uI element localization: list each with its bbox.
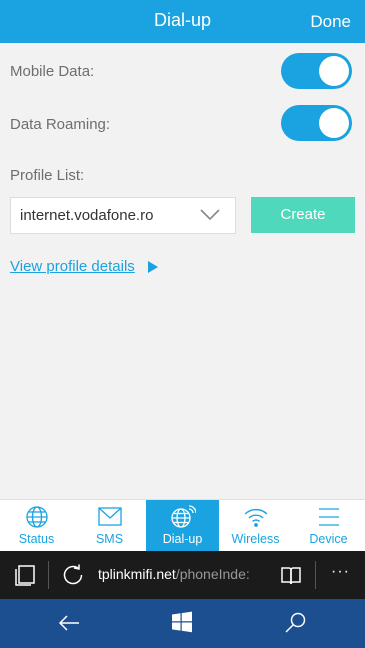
- wifi-icon: [244, 508, 267, 527]
- tab-device-label: Device: [309, 532, 348, 546]
- refresh-icon[interactable]: [62, 564, 84, 586]
- tab-wireless[interactable]: Wireless: [219, 500, 292, 551]
- divider: [48, 561, 49, 589]
- profile-select-value: internet.vodafone.ro: [20, 207, 154, 224]
- globe-icon: [25, 506, 48, 528]
- system-nav-bar: [0, 599, 365, 648]
- tabs-icon[interactable]: [14, 564, 36, 586]
- profile-list-label: Profile List:: [10, 167, 85, 184]
- tab-device[interactable]: Device: [292, 500, 365, 551]
- toggle-knob: [319, 56, 349, 86]
- mobile-data-toggle[interactable]: [281, 53, 352, 89]
- url-path: /phoneInde:: [175, 566, 250, 582]
- tab-dial-up-label: Dial-up: [162, 532, 203, 546]
- bottom-tab-bar: Status SMS Dial-up Wireless Device: [0, 499, 365, 551]
- tab-dial-up[interactable]: Dial-up: [146, 500, 219, 551]
- windows-logo-icon[interactable]: [171, 611, 193, 633]
- tab-sms[interactable]: SMS: [73, 500, 146, 551]
- envelope-icon: [97, 507, 122, 526]
- browser-address-bar: tplinkmifi.net/phoneInde: ···: [0, 551, 365, 599]
- url-field[interactable]: tplinkmifi.net/phoneInde:: [98, 566, 268, 582]
- menu-icon: [318, 508, 339, 526]
- divider: [315, 561, 316, 589]
- data-roaming-label: Data Roaming:: [10, 116, 111, 133]
- search-icon[interactable]: [284, 611, 308, 635]
- done-button[interactable]: Done: [310, 12, 351, 32]
- profile-select[interactable]: internet.vodafone.ro: [10, 197, 236, 234]
- mobile-data-label: Mobile Data:: [10, 63, 95, 80]
- url-host: tplinkmifi.net: [98, 566, 176, 582]
- app-header: Dial-up Done: [0, 0, 365, 43]
- chevron-down-icon: [200, 209, 220, 221]
- create-button[interactable]: Create: [251, 197, 355, 233]
- globe-signal-icon: [170, 505, 196, 528]
- data-roaming-toggle[interactable]: [281, 105, 352, 141]
- tab-status-label: Status: [18, 532, 55, 546]
- play-arrow-icon[interactable]: [148, 261, 158, 273]
- tab-status[interactable]: Status: [0, 500, 73, 551]
- view-profile-details-link[interactable]: View profile details: [10, 258, 135, 275]
- more-icon[interactable]: ···: [331, 563, 350, 581]
- reading-view-icon[interactable]: [280, 564, 302, 586]
- tab-sms-label: SMS: [95, 532, 124, 546]
- back-arrow-icon[interactable]: [57, 611, 81, 635]
- tab-wireless-label: Wireless: [231, 532, 280, 546]
- toggle-knob: [319, 108, 349, 138]
